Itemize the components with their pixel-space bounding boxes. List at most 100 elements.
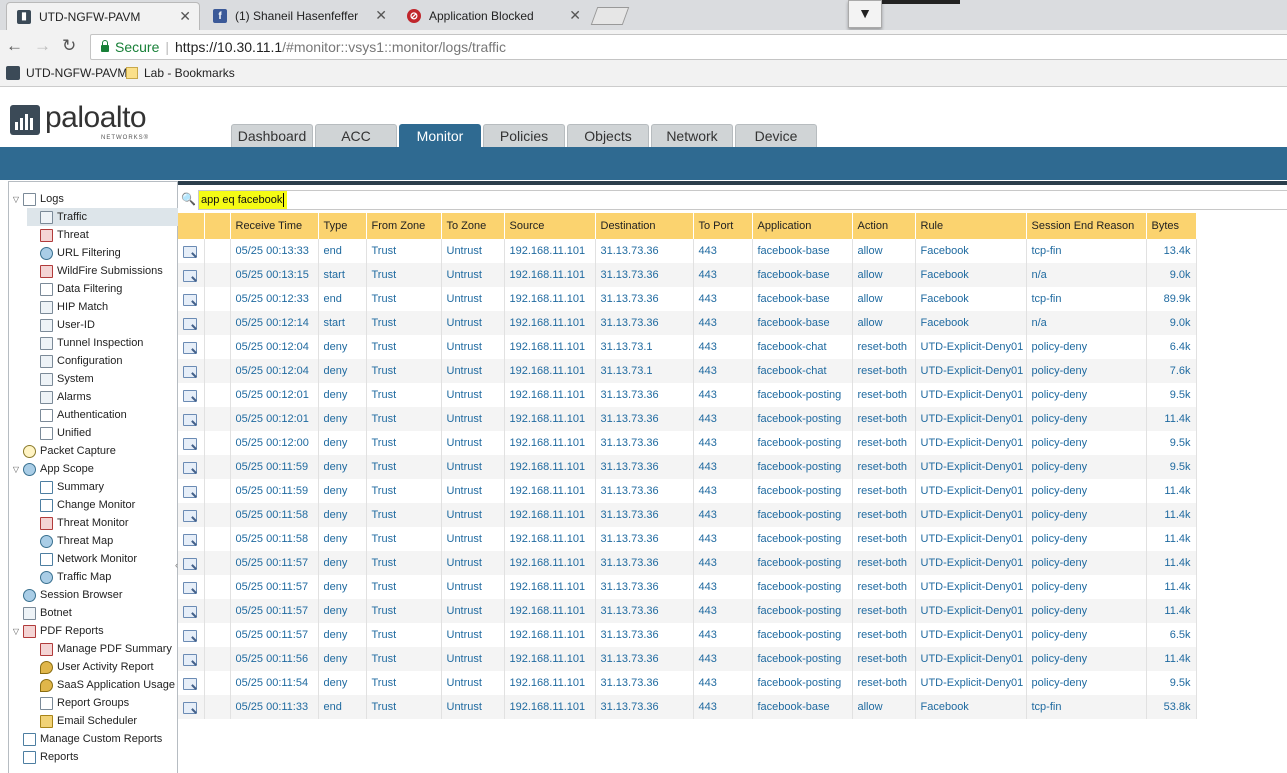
- detail-view-cell[interactable]: [178, 335, 205, 359]
- cell-source[interactable]: 192.168.11.101: [504, 359, 596, 383]
- bookmark-lab-folder[interactable]: Lab - Bookmarks: [126, 66, 235, 80]
- detail-log-view-icon[interactable]: [183, 485, 197, 498]
- nav-item-user-activity-report[interactable]: User Activity Report: [27, 658, 188, 676]
- cell-session-end-reason[interactable]: policy-deny: [1026, 599, 1147, 623]
- cell-bytes[interactable]: 11.4k: [1146, 575, 1197, 599]
- reload-icon[interactable]: ↻: [62, 36, 76, 56]
- cell-receive-time[interactable]: 05/25 00:12:14: [230, 311, 319, 335]
- detail-log-view-icon[interactable]: [183, 317, 197, 330]
- nav-item-traffic-map[interactable]: Traffic Map: [27, 568, 188, 586]
- cell-bytes[interactable]: 9.5k: [1146, 455, 1197, 479]
- forward-arrow-icon[interactable]: →: [34, 36, 51, 56]
- cell-action[interactable]: reset-both: [852, 671, 916, 695]
- cell-to-port[interactable]: 443: [693, 311, 753, 335]
- cell-session-end-reason[interactable]: policy-deny: [1026, 551, 1147, 575]
- cell-type[interactable]: deny: [318, 623, 367, 647]
- cell-session-end-reason[interactable]: policy-deny: [1026, 359, 1147, 383]
- cell-rule[interactable]: Facebook: [915, 695, 1027, 719]
- nav-item-packet-capture[interactable]: Packet Capture: [11, 442, 175, 460]
- cell-application[interactable]: facebook-posting: [752, 503, 853, 527]
- cell-to-port[interactable]: 443: [693, 647, 753, 671]
- cell-type[interactable]: deny: [318, 575, 367, 599]
- cell-from-zone[interactable]: Trust: [366, 695, 442, 719]
- cell-application[interactable]: facebook-posting: [752, 479, 853, 503]
- cell-to-zone[interactable]: Untrust: [441, 239, 505, 263]
- cell-to-zone[interactable]: Untrust: [441, 647, 505, 671]
- cell-type[interactable]: deny: [318, 527, 367, 551]
- cell-to-zone[interactable]: Untrust: [441, 431, 505, 455]
- nav-item-data-filtering[interactable]: Data Filtering: [27, 280, 188, 298]
- detail-view-cell[interactable]: [178, 263, 205, 287]
- cell-to-zone[interactable]: Untrust: [441, 479, 505, 503]
- detail-view-cell[interactable]: [178, 287, 205, 311]
- cell-bytes[interactable]: 9.0k: [1146, 263, 1197, 287]
- cell-session-end-reason[interactable]: policy-deny: [1026, 335, 1147, 359]
- cell-bytes[interactable]: 6.4k: [1146, 335, 1197, 359]
- cell-source[interactable]: 192.168.11.101: [504, 599, 596, 623]
- bookmark-utd-ngfw[interactable]: UTD-NGFW-PAVM: [6, 66, 127, 80]
- cell-to-port[interactable]: 443: [693, 527, 753, 551]
- cell-bytes[interactable]: 11.4k: [1146, 527, 1197, 551]
- cell-receive-time[interactable]: 05/25 00:11:57: [230, 599, 319, 623]
- detail-view-cell[interactable]: [178, 479, 205, 503]
- cell-rule[interactable]: UTD-Explicit-Deny01: [915, 407, 1027, 431]
- nav-item-user-id[interactable]: User-ID: [27, 316, 188, 334]
- cell-destination[interactable]: 31.13.73.36: [595, 647, 694, 671]
- cell-session-end-reason[interactable]: policy-deny: [1026, 623, 1147, 647]
- cell-application[interactable]: facebook-posting: [752, 431, 853, 455]
- cell-from-zone[interactable]: Trust: [366, 287, 442, 311]
- cell-receive-time[interactable]: 05/25 00:11:59: [230, 479, 319, 503]
- cell-application[interactable]: facebook-posting: [752, 671, 853, 695]
- table-row[interactable]: 05/25 00:11:56 deny Trust Untrust 192.168.11…: [178, 647, 1287, 671]
- cell-type[interactable]: deny: [318, 335, 367, 359]
- nav-item-wildfire-submissions[interactable]: WildFire Submissions: [27, 262, 188, 280]
- detail-view-cell[interactable]: [178, 647, 205, 671]
- cell-from-zone[interactable]: Trust: [366, 575, 442, 599]
- cell-rule[interactable]: UTD-Explicit-Deny01: [915, 383, 1027, 407]
- cell-source[interactable]: 192.168.11.101: [504, 479, 596, 503]
- cell-to-zone[interactable]: Untrust: [441, 311, 505, 335]
- nav-item-email-scheduler[interactable]: Email Scheduler: [27, 712, 188, 730]
- cell-destination[interactable]: 31.13.73.36: [595, 383, 694, 407]
- cell-from-zone[interactable]: Trust: [366, 551, 442, 575]
- detail-log-view-icon[interactable]: [183, 653, 197, 666]
- cell-destination[interactable]: 31.13.73.36: [595, 287, 694, 311]
- cell-application[interactable]: facebook-chat: [752, 335, 853, 359]
- cell-destination[interactable]: 31.13.73.36: [595, 407, 694, 431]
- cell-bytes[interactable]: 9.5k: [1146, 431, 1197, 455]
- expand-toggle-icon[interactable]: ▽: [11, 465, 21, 474]
- nav-item-url-filtering[interactable]: URL Filtering: [27, 244, 188, 262]
- cell-destination[interactable]: 31.13.73.36: [595, 695, 694, 719]
- cell-source[interactable]: 192.168.11.101: [504, 575, 596, 599]
- cell-type[interactable]: deny: [318, 359, 367, 383]
- column-header-type[interactable]: Type: [318, 213, 367, 239]
- cell-type[interactable]: end: [318, 695, 367, 719]
- cell-to-zone[interactable]: Untrust: [441, 671, 505, 695]
- cell-destination[interactable]: 31.13.73.1: [595, 359, 694, 383]
- cell-to-port[interactable]: 443: [693, 359, 753, 383]
- nav-item-alarms[interactable]: Alarms: [27, 388, 188, 406]
- cell-session-end-reason[interactable]: policy-deny: [1026, 671, 1147, 695]
- nav-item-report-groups[interactable]: Report Groups: [27, 694, 188, 712]
- tab-dashboard[interactable]: Dashboard: [231, 124, 313, 147]
- cell-to-zone[interactable]: Untrust: [441, 695, 505, 719]
- cell-type[interactable]: deny: [318, 479, 367, 503]
- nav-item-threat-monitor[interactable]: Threat Monitor: [27, 514, 188, 532]
- cell-session-end-reason[interactable]: tcp-fin: [1026, 695, 1147, 719]
- cell-source[interactable]: 192.168.11.101: [504, 311, 596, 335]
- cell-action[interactable]: reset-both: [852, 335, 916, 359]
- cell-bytes[interactable]: 7.6k: [1146, 359, 1197, 383]
- cell-destination[interactable]: 31.13.73.36: [595, 263, 694, 287]
- cell-type[interactable]: deny: [318, 647, 367, 671]
- cell-rule[interactable]: UTD-Explicit-Deny01: [915, 575, 1027, 599]
- cell-application[interactable]: facebook-base: [752, 239, 853, 263]
- detail-log-view-icon[interactable]: [183, 341, 197, 354]
- cell-source[interactable]: 192.168.11.101: [504, 263, 596, 287]
- cell-to-zone[interactable]: Untrust: [441, 359, 505, 383]
- cell-session-end-reason[interactable]: policy-deny: [1026, 503, 1147, 527]
- cell-session-end-reason[interactable]: policy-deny: [1026, 647, 1147, 671]
- cell-to-port[interactable]: 443: [693, 407, 753, 431]
- nav-item-pdf-reports[interactable]: ▽ PDF Reports: [11, 622, 175, 640]
- detail-log-view-icon[interactable]: [183, 437, 197, 450]
- detail-view-cell[interactable]: [178, 623, 205, 647]
